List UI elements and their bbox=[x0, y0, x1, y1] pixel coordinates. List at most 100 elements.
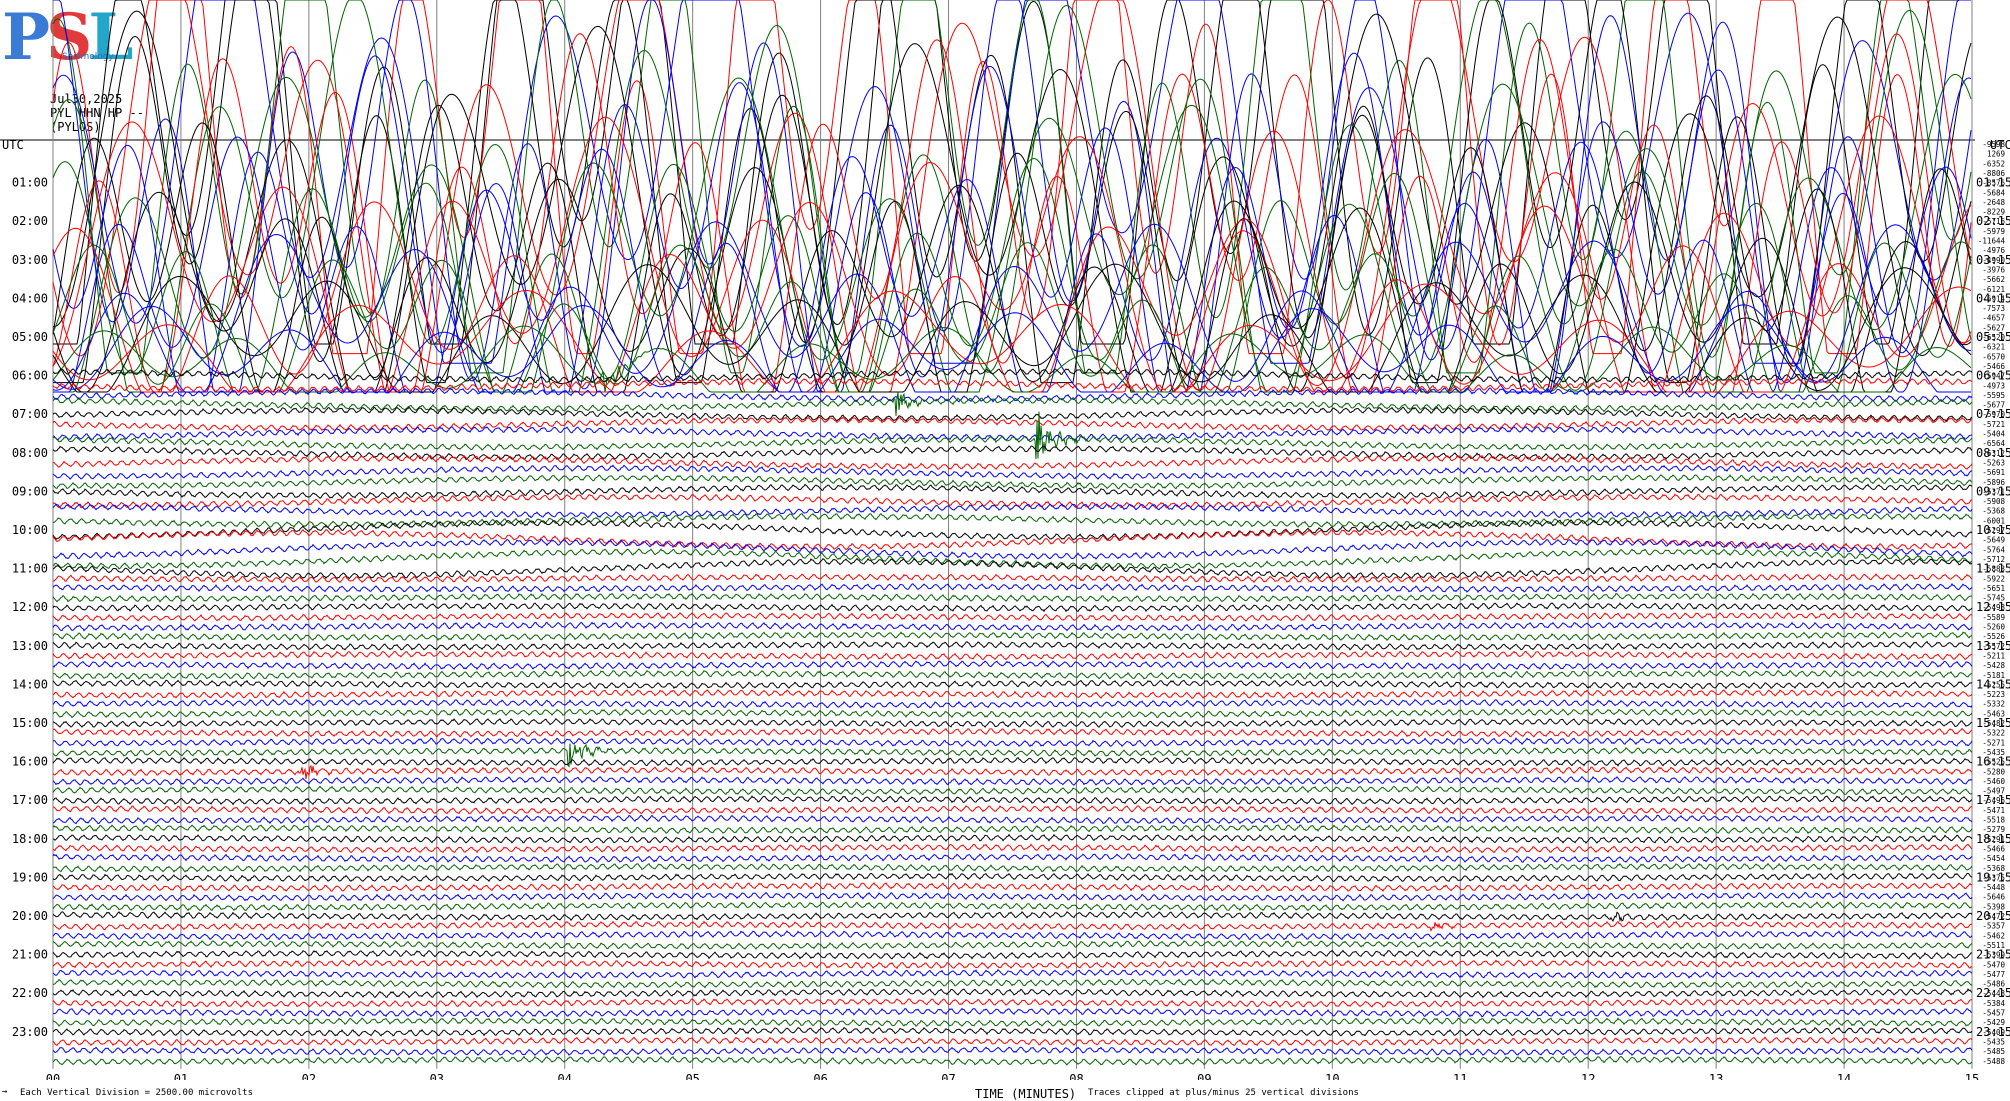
trace-mean-label: -5485 bbox=[1982, 1047, 2005, 1056]
left-hour-label: 13:00 bbox=[12, 639, 48, 653]
trace-mean-label: -5646 bbox=[1982, 893, 2005, 902]
x-tick-label: 09 bbox=[1197, 1072, 1211, 1080]
left-hour-label: 15:00 bbox=[12, 716, 48, 730]
trace-mean-label: -5255 bbox=[1982, 680, 2005, 689]
trace-92 bbox=[52, 1026, 1973, 1037]
trace-64 bbox=[52, 756, 1973, 767]
trace-46 bbox=[52, 582, 1973, 594]
x-tick-label: 01 bbox=[174, 1072, 188, 1080]
trace-mean-label: -5518 bbox=[1982, 816, 2005, 825]
trace-mean-label: -5922 bbox=[1982, 574, 2005, 583]
trace-79 bbox=[52, 901, 1973, 912]
trace-94 bbox=[52, 1046, 1973, 1056]
trace-mean-label: -3976 bbox=[1982, 265, 2005, 274]
trace-mean-label: -4973 bbox=[1982, 381, 2005, 390]
corner-mark: → bbox=[2, 1087, 8, 1097]
trace-mean-label: -5651 bbox=[1982, 584, 2005, 593]
trace-mean-label: -5525 bbox=[1982, 758, 2005, 767]
trace-86 bbox=[52, 968, 1973, 979]
trace-69 bbox=[53, 805, 1973, 815]
scale-note: Each Vertical Division = 2500.00 microvo… bbox=[20, 1088, 253, 1098]
trace-mean-label: -5322 bbox=[1982, 729, 2005, 738]
trace-87 bbox=[52, 978, 1973, 989]
left-hour-label: 03:00 bbox=[12, 253, 48, 267]
trace-83 bbox=[52, 940, 1973, 950]
left-hour-label: 07:00 bbox=[12, 407, 48, 421]
trace-mean-label: -5684 bbox=[1982, 188, 2005, 197]
x-tick-label: 11 bbox=[1453, 1072, 1467, 1080]
trace-50 bbox=[52, 621, 1973, 632]
x-tick-label: 13 bbox=[1709, 1072, 1723, 1080]
trace-mean-label: -5471 bbox=[1982, 806, 2005, 815]
x-tick-label: 02 bbox=[302, 1072, 316, 1080]
left-hour-label: 10:00 bbox=[12, 523, 48, 537]
trace-38 bbox=[52, 503, 1973, 519]
x-tick-label: 04 bbox=[558, 1072, 572, 1080]
left-hour-label: 09:00 bbox=[12, 484, 48, 498]
trace-19 bbox=[52, 241, 1972, 393]
trace-mean-label: -5496 bbox=[1982, 796, 2005, 805]
trace-77 bbox=[52, 882, 1973, 893]
trace-55 bbox=[52, 669, 1973, 680]
trace-mean-label: -5223 bbox=[1982, 690, 2005, 699]
trace-59 bbox=[52, 708, 1973, 719]
x-tick-label: 14 bbox=[1837, 1072, 1851, 1080]
trace-43 bbox=[52, 548, 1973, 570]
trace-mean-label: -8576 bbox=[1982, 179, 2005, 188]
trace-mean-label: -6321 bbox=[1982, 343, 2005, 352]
clip-note: Traces clipped at plus/minus 25 vertical… bbox=[1088, 1088, 1359, 1098]
trace-mean-label: -5291 bbox=[1982, 835, 2005, 844]
x-tick-label: 12 bbox=[1581, 1072, 1595, 1080]
x-axis-title: TIME (MINUTES) bbox=[975, 1087, 1077, 1101]
trace-52 bbox=[52, 640, 1973, 651]
trace-mean-label: -5271 bbox=[1982, 738, 2005, 747]
trace-40 bbox=[52, 519, 1973, 541]
trace-27 bbox=[52, 392, 1973, 416]
trace-mean-label: -5279 bbox=[1982, 825, 2005, 834]
trace-mean-label: -5375 bbox=[1982, 873, 2005, 882]
trace-mean-label: -5448 bbox=[1982, 883, 2005, 892]
trace-mean-label: -5511 bbox=[1982, 941, 2005, 950]
trace-mean-label: -5721 bbox=[1982, 420, 2005, 429]
trace-mean-label: -5466 bbox=[1982, 844, 2005, 853]
trace-mean-label: -5211 bbox=[1982, 651, 2005, 660]
trace-mean-label: -5460 bbox=[1982, 777, 2005, 786]
trace-mean-label: -8229 bbox=[1982, 208, 2005, 217]
trace-71 bbox=[52, 824, 1973, 835]
trace-51 bbox=[52, 631, 1973, 642]
trace-mean-label: -6914 bbox=[1982, 294, 2005, 303]
trace-mean-label: -5462 bbox=[1982, 931, 2005, 940]
trace-mean-label: -6312 bbox=[1982, 449, 2005, 458]
x-tick-label: 08 bbox=[1069, 1072, 1083, 1080]
trace-mean-label: -7573 bbox=[1982, 304, 2005, 313]
trace-85 bbox=[52, 959, 1973, 970]
trace-mean-label: -5662 bbox=[1982, 275, 2005, 284]
trace-68 bbox=[52, 795, 1973, 806]
left-hour-label: 19:00 bbox=[12, 870, 48, 884]
trace-24 bbox=[52, 368, 1973, 384]
trace-30 bbox=[52, 425, 1973, 442]
trace-62 bbox=[52, 737, 1973, 748]
trace-mean-label: -6520 bbox=[1982, 333, 2005, 342]
trace-mean-label: -5627 bbox=[1982, 323, 2005, 332]
left-hour-label: 04:00 bbox=[12, 291, 48, 305]
x-tick-label: 00 bbox=[46, 1072, 60, 1080]
trace-72 bbox=[52, 833, 1973, 844]
trace-mean-label: -5463 bbox=[1982, 709, 2005, 718]
trace-mean-label: -8806 bbox=[1982, 169, 2005, 178]
trace-mean-label: -5466 bbox=[1982, 362, 2005, 371]
left-hour-label: 17:00 bbox=[12, 793, 48, 807]
x-tick-label: 07 bbox=[941, 1072, 955, 1080]
trace-mean-label: -5970 bbox=[1982, 410, 2005, 419]
trace-91 bbox=[52, 1017, 1973, 1027]
trace-mean-label: -5297 bbox=[1982, 526, 2005, 535]
x-tick-label: 03 bbox=[430, 1072, 444, 1080]
trace-mean-label: -5472 bbox=[1982, 912, 2005, 921]
left-hour-label: 01:00 bbox=[12, 176, 48, 190]
trace-mean-label: -5371 bbox=[1982, 487, 2005, 496]
trace-mean-label: -5712 bbox=[1982, 555, 2005, 564]
trace-34 bbox=[52, 464, 1973, 480]
trace-84 bbox=[52, 949, 1973, 960]
trace-mean-label: -5526 bbox=[1982, 632, 2005, 641]
trace-mean-label: -11644 bbox=[1978, 237, 2006, 246]
